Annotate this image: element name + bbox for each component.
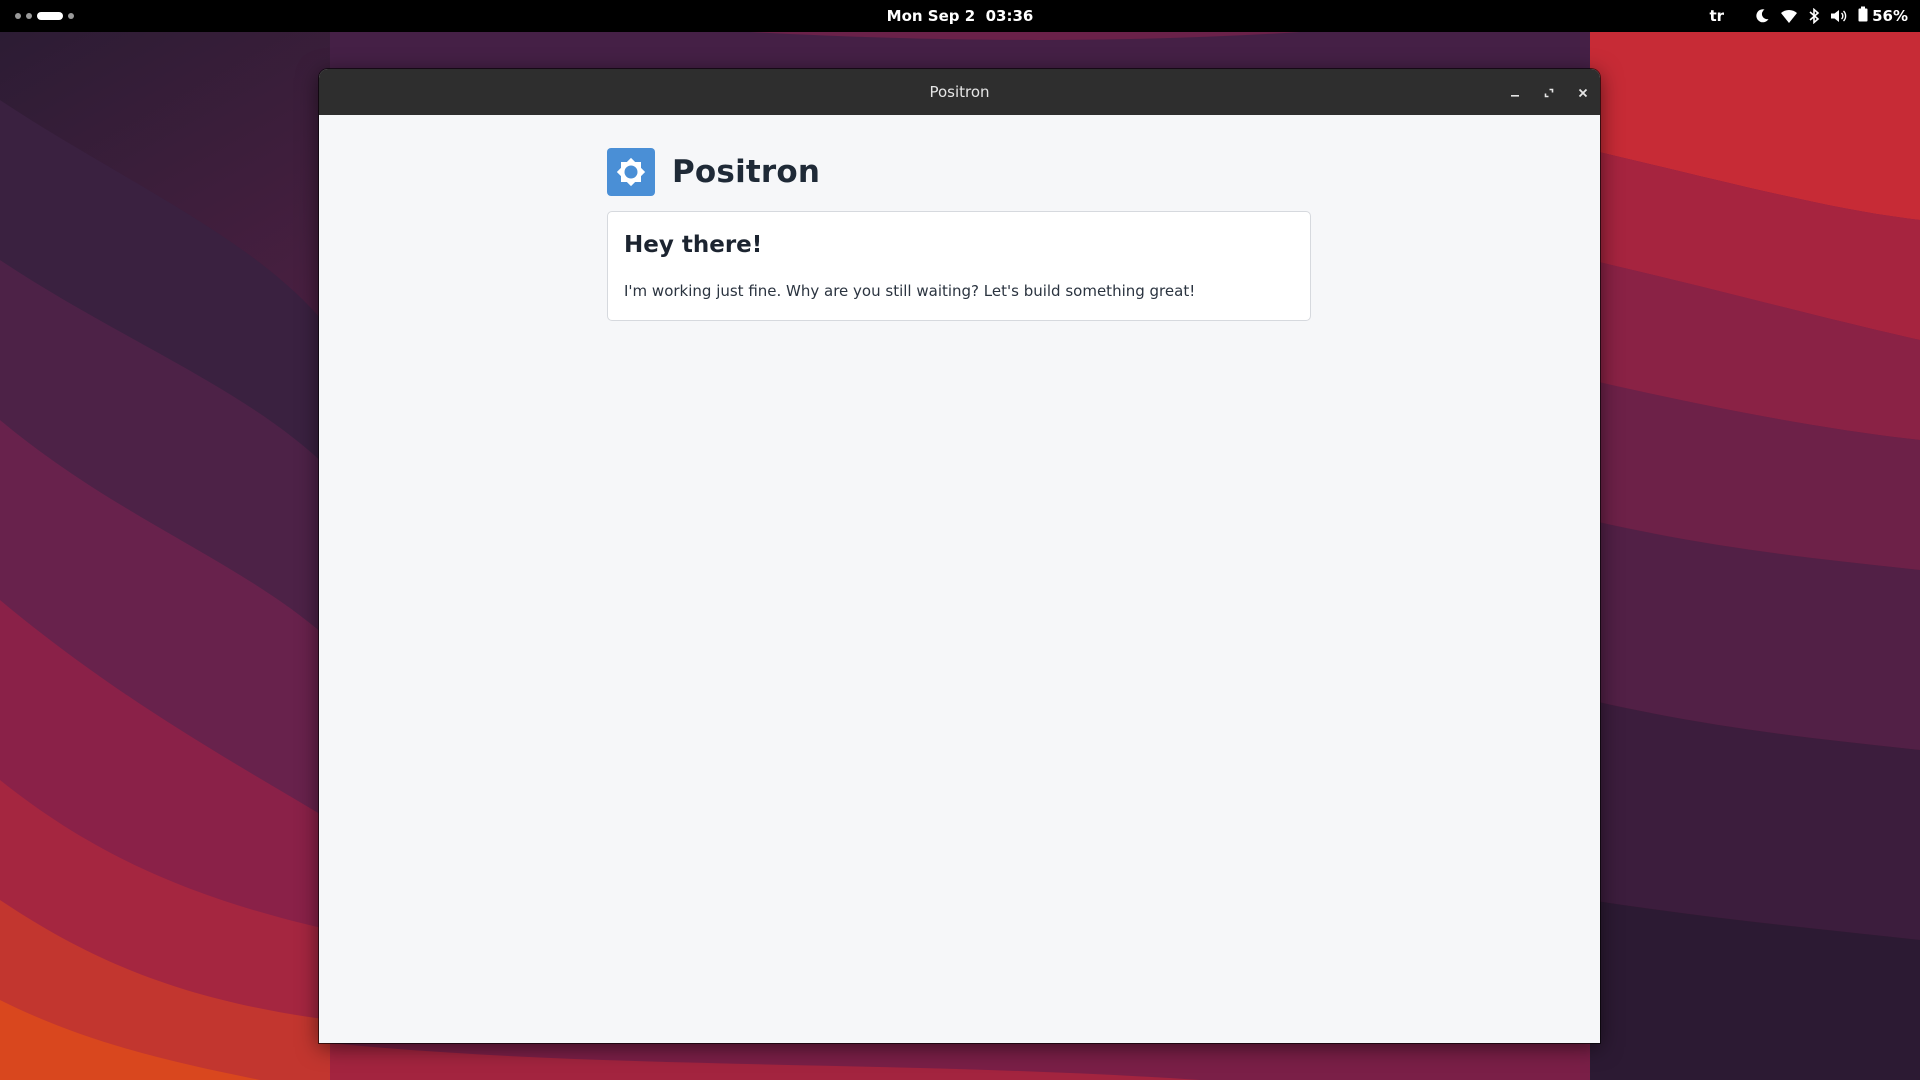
- app-window: Positron Positron Hey there! I'm working…: [319, 69, 1600, 1043]
- system-tray[interactable]: tr 56%: [1710, 0, 1908, 32]
- clock[interactable]: Mon Sep 2 03:36: [0, 7, 1920, 25]
- night-light-icon: [1754, 8, 1770, 24]
- window-title: Positron: [929, 83, 990, 101]
- card-message: I'm working just fine. Why are you still…: [624, 282, 1196, 300]
- close-icon: [1578, 88, 1588, 98]
- minimize-icon: [1511, 95, 1519, 97]
- close-button[interactable]: [1571, 81, 1595, 105]
- bluetooth-icon: [1808, 8, 1820, 24]
- maximize-icon: [1544, 88, 1554, 98]
- app-name: Positron: [672, 154, 821, 190]
- volume-icon: [1830, 8, 1848, 24]
- battery-status[interactable]: 56%: [1858, 6, 1908, 26]
- battery-icon: [1858, 6, 1868, 26]
- keyboard-layout-indicator[interactable]: tr: [1710, 7, 1725, 25]
- card-heading: Hey there!: [624, 232, 763, 258]
- wifi-icon: [1780, 8, 1798, 24]
- minimize-button[interactable]: [1503, 81, 1527, 105]
- positron-logo-icon: [607, 148, 655, 196]
- battery-percentage: 56%: [1872, 7, 1908, 25]
- app-header: Positron: [607, 148, 820, 196]
- window-titlebar[interactable]: Positron: [319, 69, 1600, 115]
- status-card: Hey there! I'm working just fine. Why ar…: [607, 211, 1311, 321]
- app-content: Positron Hey there! I'm working just fin…: [319, 115, 1600, 1043]
- top-bar: Mon Sep 2 03:36 tr 56%: [0, 0, 1920, 32]
- maximize-button[interactable]: [1537, 81, 1561, 105]
